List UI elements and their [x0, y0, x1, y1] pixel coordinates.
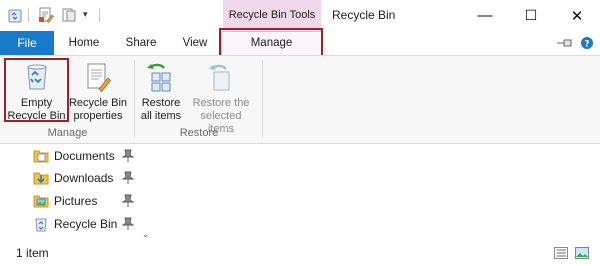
group-separator: [262, 60, 263, 138]
restore-group-label: Restore: [179, 127, 219, 139]
minimize-button[interactable]: —: [462, 0, 508, 31]
details-view-icon[interactable]: [554, 247, 568, 259]
tab-view[interactable]: View: [173, 31, 217, 55]
pin-icon[interactable]: [122, 217, 134, 231]
tab-share[interactable]: Share: [119, 31, 163, 55]
restore-selected-items-button: Restore the selected items: [186, 60, 256, 135]
restore-all-items-label-line2: all items: [140, 110, 182, 122]
context-tab-title: Recycle Bin Tools: [228, 9, 316, 21]
tab-home[interactable]: Home: [62, 31, 106, 55]
item-count: 1 item: [16, 246, 49, 260]
close-button[interactable]: ✕: [554, 0, 600, 31]
nav-item-recycle-bin[interactable]: Recycle Bin: [33, 213, 117, 235]
restore-all-icon: [147, 63, 171, 92]
nav-item-downloads[interactable]: Downloads: [33, 167, 113, 189]
pin-ribbon-icon[interactable]: [556, 37, 574, 49]
recycle-bin-properties-button[interactable]: Recycle Bin properties: [69, 60, 127, 124]
help-icon[interactable]: ?: [580, 36, 594, 50]
customize-quick-access-icon[interactable]: ▾: [83, 6, 93, 22]
nav-item-documents[interactable]: Documents: [33, 145, 115, 167]
scroll-down-arrow-icon[interactable]: ⌄: [139, 227, 152, 241]
pin-icon[interactable]: [122, 194, 134, 208]
nav-item-pictures[interactable]: Pictures: [33, 190, 97, 212]
tab-file[interactable]: File: [0, 31, 54, 55]
svg-text:?: ?: [584, 40, 589, 50]
downloads-icon: [33, 172, 49, 185]
manage-tab-highlight: [219, 28, 323, 57]
nav-item-label: Recycle Bin: [54, 217, 118, 231]
pin-icon[interactable]: [122, 149, 134, 163]
quick-access-separator: [99, 8, 100, 22]
empty-recycle-bin-highlight: [4, 58, 69, 122]
properties-icon[interactable]: [38, 7, 54, 23]
recycle-bin-icon: [35, 218, 47, 232]
recycle-bin-properties-label-line1: Recycle Bin: [68, 97, 128, 109]
large-icons-view-icon[interactable]: [575, 247, 589, 259]
recycle-bin-icon[interactable]: [7, 7, 23, 23]
pictures-icon: [33, 195, 49, 208]
nav-item-label: Pictures: [54, 194, 98, 208]
restore-selected-icon: [209, 64, 230, 91]
nav-item-label: Documents: [54, 149, 115, 163]
new-folder-icon[interactable]: [61, 7, 77, 23]
maximize-button[interactable]: ☐: [508, 0, 554, 31]
quick-access-separator: [28, 8, 29, 22]
restore-all-items-button[interactable]: Restore all items: [138, 60, 184, 124]
nav-item-label: Downloads: [54, 171, 114, 185]
pin-icon[interactable]: [122, 171, 134, 185]
restore-all-items-label-line1: Restore: [141, 97, 181, 109]
manage-group-label: Manage: [47, 127, 88, 139]
documents-icon: [33, 150, 49, 163]
properties-icon: [87, 63, 111, 92]
window-title: Recycle Bin: [332, 8, 396, 22]
restore-selected-items-label-line1: Restore the: [192, 97, 250, 109]
recycle-bin-properties-label-line2: properties: [73, 110, 123, 122]
status-bar: [0, 241, 600, 266]
